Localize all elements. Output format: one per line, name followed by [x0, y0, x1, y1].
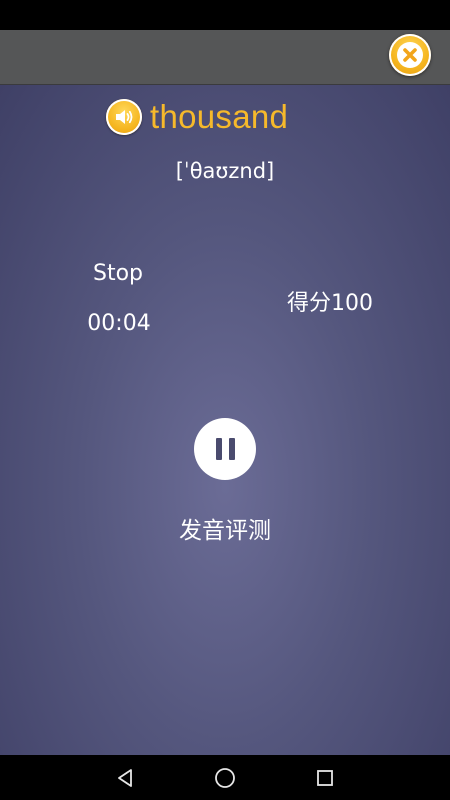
close-icon [397, 42, 423, 68]
main-panel: thousand [ˈθaʊznd] Stop 00:04 得分100 发音评测 [0, 85, 450, 755]
pause-icon [215, 438, 235, 460]
recording-status: Stop [92, 261, 143, 286]
recents-icon [317, 770, 333, 786]
home-button[interactable] [212, 765, 238, 791]
phonetic-transcription: [ˈθaʊznd] [175, 159, 275, 183]
speaker-icon [116, 110, 133, 124]
status-bar [0, 0, 450, 30]
word-text: thousand [150, 98, 289, 135]
navigation-bar [0, 755, 450, 800]
top-bar [0, 30, 450, 85]
recording-timer: 00:04 [87, 311, 151, 336]
back-icon [118, 769, 132, 787]
recents-button[interactable] [312, 765, 338, 791]
close-button[interactable] [389, 34, 431, 76]
word-row: thousand [106, 95, 288, 139]
back-button[interactable] [112, 765, 138, 791]
pause-button[interactable] [194, 418, 256, 480]
pronunciation-assessment-label: 发音评测 [179, 518, 271, 544]
play-pronunciation-button[interactable] [106, 99, 142, 135]
home-icon [215, 768, 235, 788]
score-label: 得分100 [287, 291, 373, 316]
